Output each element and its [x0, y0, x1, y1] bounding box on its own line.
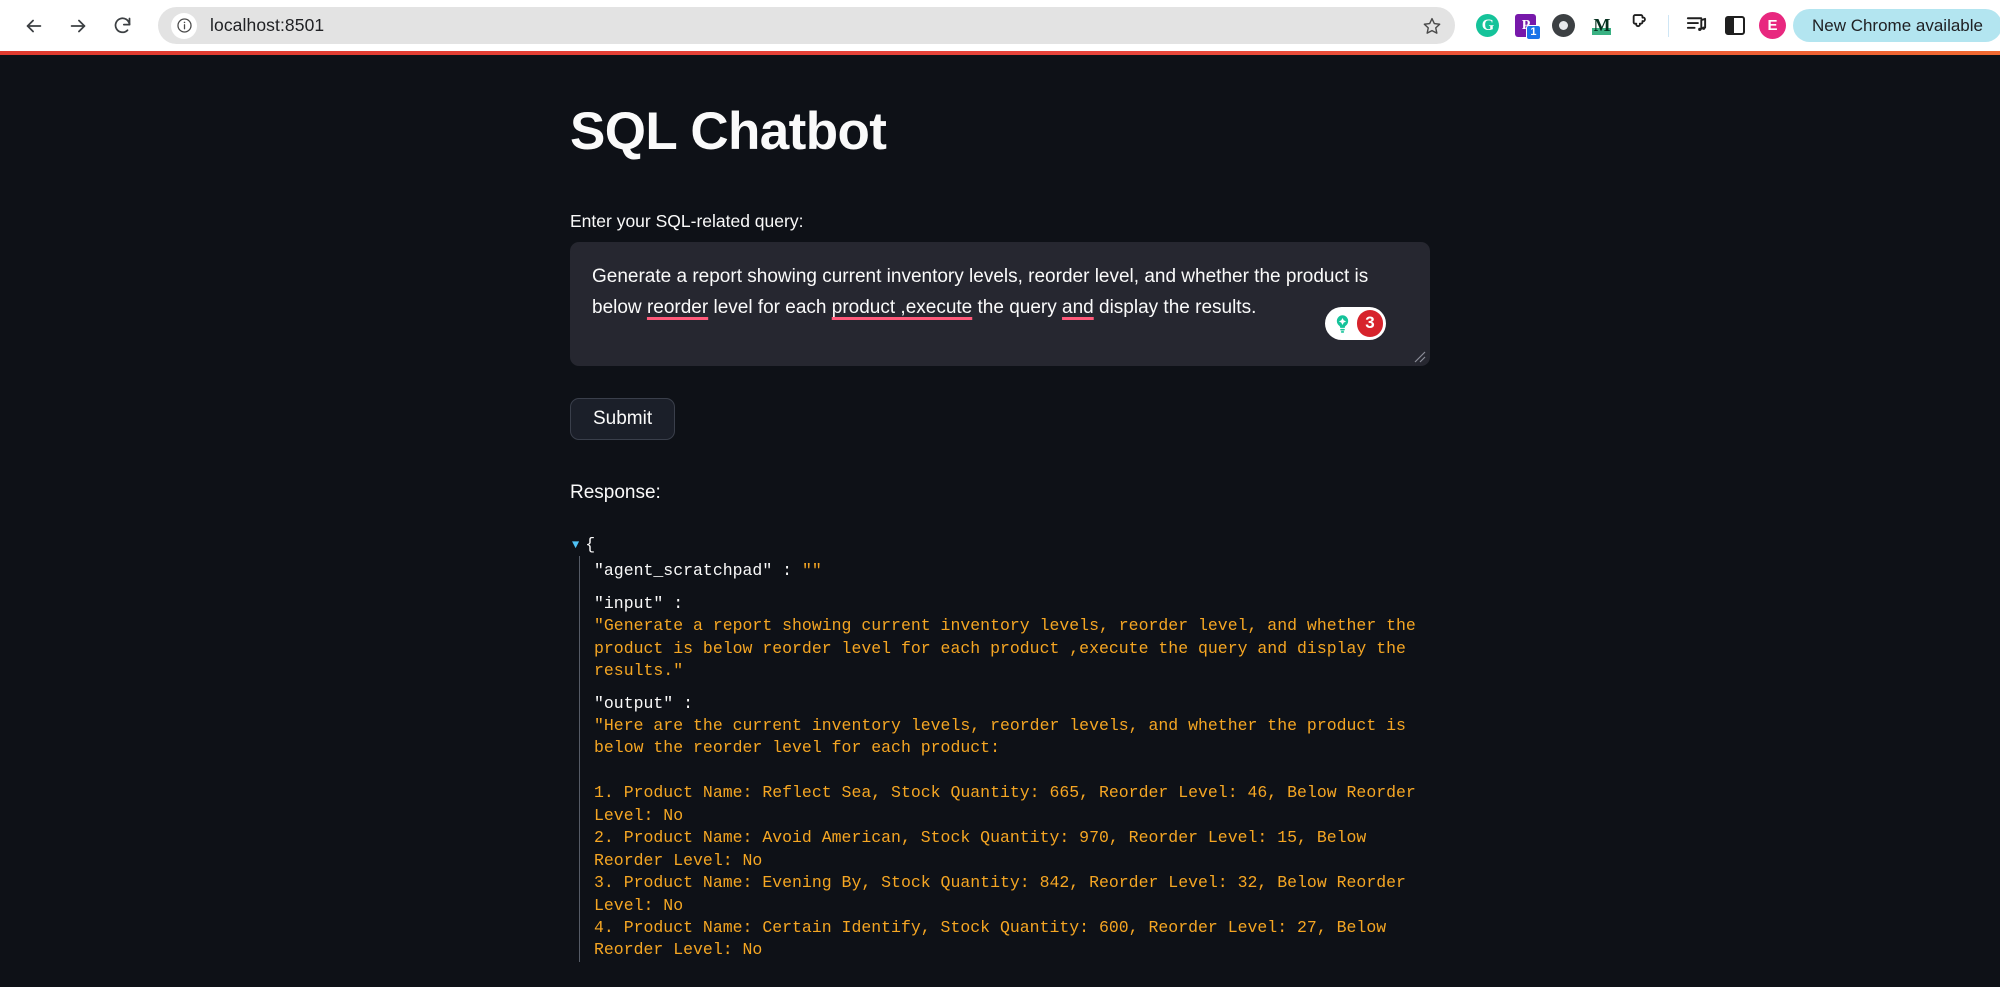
json-value: "Generate a report showing current inven… — [594, 615, 1430, 682]
json-body: "agent_scratchpad" : "" "input" : "Gener… — [579, 556, 1430, 961]
misspelled-word: product ,execute — [832, 297, 972, 318]
chevron-down-icon[interactable]: ▼ — [572, 539, 579, 551]
misspelled-word: reorder — [647, 297, 708, 318]
json-entry-input: "input" : "Generate a report showing cur… — [594, 593, 1430, 683]
media-playlist-icon[interactable] — [1678, 7, 1716, 45]
response-label: Response: — [570, 482, 1430, 504]
toolbar-divider — [1668, 15, 1669, 37]
arrow-left-icon — [23, 15, 45, 37]
purple-extension-icon[interactable]: P 1 — [1507, 7, 1545, 45]
query-text-segment: the query — [972, 297, 1062, 318]
json-colon: : — [782, 561, 792, 580]
json-key: "output" — [594, 694, 673, 713]
json-value: "Here are the current inventory levels, … — [594, 715, 1430, 962]
back-button[interactable] — [14, 6, 54, 46]
puzzle-piece-icon — [1628, 12, 1651, 40]
extensions-bar: G P 1 M E New Chrome available — [1469, 7, 1986, 45]
submit-button[interactable]: Submit — [570, 398, 675, 440]
json-colon: : — [683, 694, 693, 713]
medium-extension-icon[interactable]: M — [1583, 7, 1621, 45]
side-panel-icon[interactable] — [1716, 7, 1754, 45]
streamlit-app: SQL Chatbot Enter your SQL-related query… — [0, 55, 2000, 987]
json-open-brace: { — [585, 534, 595, 556]
forward-button[interactable] — [58, 6, 98, 46]
query-text-segment: display the results. — [1094, 297, 1257, 318]
playlist-music-icon — [1685, 12, 1708, 40]
reload-icon — [112, 15, 133, 36]
reload-button[interactable] — [102, 6, 142, 46]
site-info-icon[interactable] — [171, 13, 197, 39]
json-colon: : — [673, 594, 683, 613]
grammarly-badge-count: 3 — [1357, 310, 1383, 337]
json-key: "agent_scratchpad" — [594, 561, 772, 580]
grammarly-extension-icon[interactable]: G — [1469, 7, 1507, 45]
json-value: "" — [802, 561, 822, 580]
arrow-right-icon — [67, 15, 89, 37]
json-entry-agent-scratchpad: "agent_scratchpad" : "" — [594, 560, 1430, 582]
json-root-row[interactable]: ▼ { — [570, 534, 1430, 556]
grammarly-suggestions-badge[interactable]: 3 — [1325, 307, 1386, 340]
query-field-label: Enter your SQL-related query: — [570, 211, 1430, 232]
address-bar[interactable]: localhost:8501 — [158, 7, 1455, 44]
json-key: "input" — [594, 594, 663, 613]
grammarly-glyph: G — [1482, 17, 1494, 35]
puzzle-extensions-icon[interactable] — [1621, 7, 1659, 45]
chrome-update-pill[interactable]: New Chrome available — [1793, 9, 2000, 42]
dark-circle-extension-icon[interactable] — [1545, 7, 1583, 45]
query-textarea[interactable]: Generate a report showing current invent… — [570, 242, 1430, 366]
query-text-segment: level for each — [708, 297, 832, 318]
avatar[interactable]: E — [1759, 12, 1786, 39]
medium-glyph: M — [1593, 15, 1610, 36]
query-textarea-value: Generate a report showing current invent… — [592, 262, 1408, 324]
query-line-2: reorder level for each product ,execute … — [647, 297, 1256, 318]
extension-badge-count: 1 — [1526, 25, 1541, 40]
misspelled-word: and — [1062, 297, 1094, 318]
resize-handle-icon[interactable] — [1412, 349, 1426, 363]
page-title: SQL Chatbot — [570, 102, 1430, 163]
address-bar-url[interactable]: localhost:8501 — [210, 15, 1415, 36]
browser-toolbar: localhost:8501 G P 1 M — [0, 0, 2000, 51]
bookmark-star-icon[interactable] — [1415, 9, 1449, 43]
json-response-viewer: ▼ { "agent_scratchpad" : "" "input" : "G… — [570, 534, 1430, 962]
lightbulb-icon — [1330, 311, 1355, 336]
json-entry-output: "output" : "Here are the current invento… — [594, 693, 1430, 962]
